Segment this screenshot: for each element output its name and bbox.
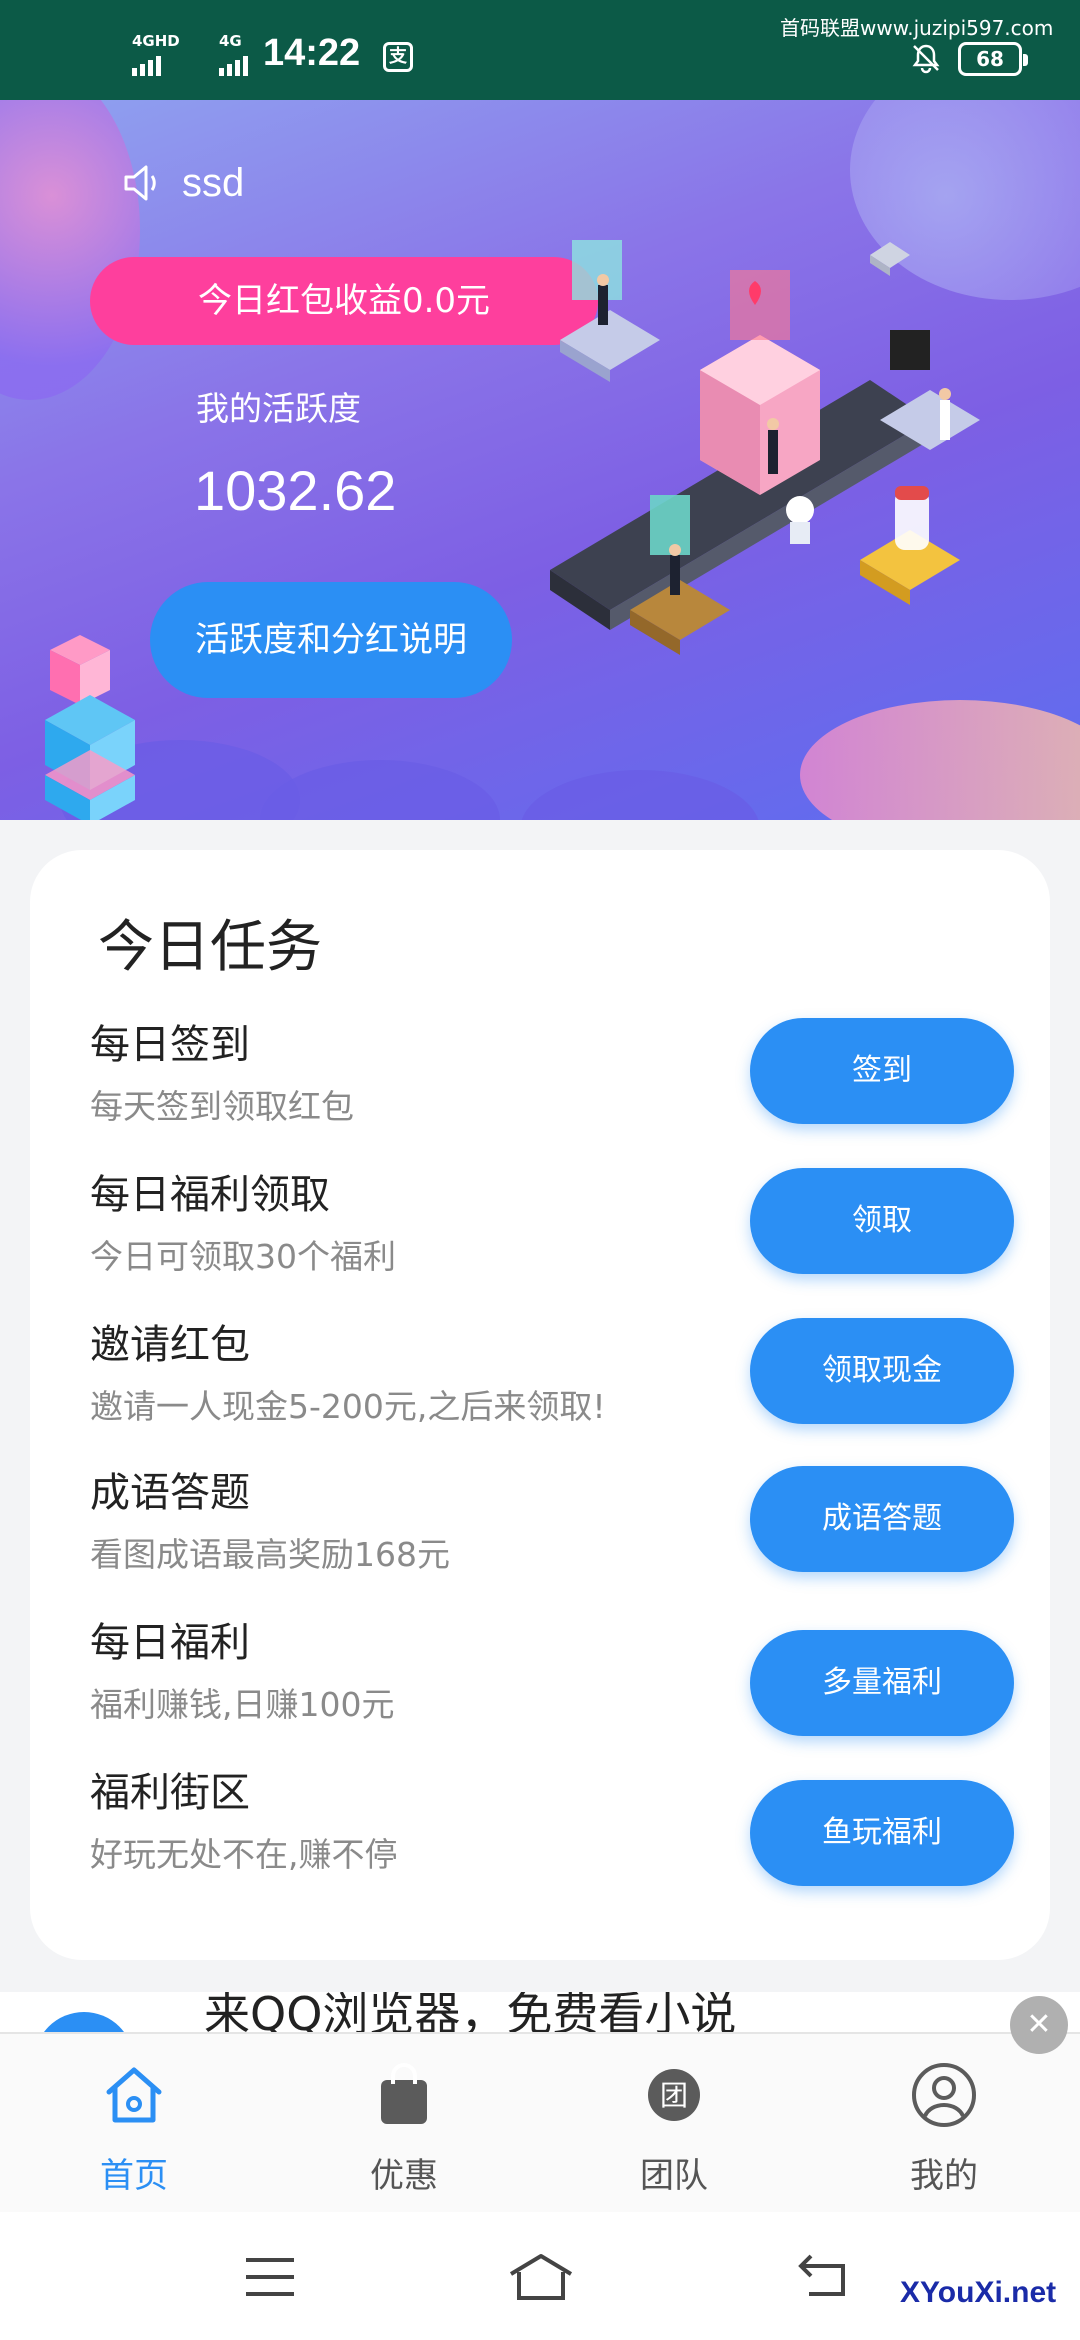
close-icon[interactable]: ✕ — [1010, 1996, 1068, 2054]
announcement-bar[interactable]: ssd — [120, 160, 244, 206]
nav-profile[interactable]: 我的 — [844, 2060, 1044, 2197]
nav-team[interactable]: 团 团队 — [574, 2060, 774, 2197]
today-red-packet-earnings[interactable]: 今日红包收益0.0元 — [90, 257, 598, 345]
hero-banner: ssd 今日红包收益0.0元 我的活跃度 1032.62 活跃度和分红说明 — [0, 100, 1080, 820]
task-row: 每日福利 福利赚钱,日赚100元 多量福利 — [30, 1610, 1050, 1760]
task-description: 每天签到领取红包 — [90, 1087, 354, 1126]
app-screen: 4GHD 4G 14:22 支 首码联盟www.juzipi597.com 68 — [0, 0, 1080, 2340]
ad-text: 来QQ浏览器，免费看小说 — [204, 1992, 737, 2032]
menu-icon[interactable] — [240, 2250, 300, 2304]
signal-indicators: 4GHD 4G — [132, 32, 248, 76]
ad-banner[interactable]: 来QQ浏览器，免费看小说 — [0, 1992, 1080, 2032]
task-name: 每日福利 — [90, 1620, 250, 1666]
battery-icon: 68 — [958, 42, 1028, 76]
network-type-label: 4G — [219, 32, 242, 50]
network-type-label: 4GHD — [132, 32, 180, 50]
bottom-navigation: 首页 优惠 团 团队 我的 — [0, 2032, 1080, 2212]
nav-label: 团队 — [640, 2156, 708, 2196]
mute-bell-icon — [912, 44, 940, 74]
task-row: 每日福利领取 今日可领取30个福利 领取 — [30, 1162, 1050, 1312]
task-description: 好玩无处不在,赚不停 — [90, 1835, 398, 1874]
more-welfare-button[interactable]: 多量福利 — [750, 1630, 1014, 1736]
announcement-text: ssd — [182, 160, 245, 205]
decorative-wave — [520, 770, 760, 820]
profile-icon — [912, 2063, 976, 2127]
task-name: 福利街区 — [90, 1770, 250, 1816]
activity-value: 1032.62 — [194, 459, 397, 522]
task-row: 每日签到 每天签到领取红包 签到 — [30, 1012, 1050, 1162]
task-row: 成语答题 看图成语最高奖励168元 成语答题 — [30, 1460, 1050, 1610]
claim-button[interactable]: 领取 — [750, 1168, 1014, 1274]
task-name: 每日签到 — [90, 1022, 250, 1068]
task-row: 邀请红包 邀请一人现金5-200元,之后来领取! 领取现金 — [30, 1312, 1050, 1462]
task-description: 看图成语最高奖励168元 — [90, 1535, 450, 1574]
nav-label: 优惠 — [370, 2156, 438, 2196]
nav-home[interactable]: 首页 — [34, 2060, 234, 2197]
home-button-icon[interactable] — [505, 2250, 577, 2304]
task-name: 成语答题 — [90, 1470, 250, 1516]
sign-in-button[interactable]: 签到 — [750, 1018, 1014, 1124]
task-row: 福利街区 好玩无处不在,赚不停 鱼玩福利 — [30, 1760, 1050, 1910]
card-title: 今日任务 — [98, 915, 322, 980]
clock: 14:22 — [263, 32, 361, 74]
nav-label: 我的 — [910, 2156, 978, 2196]
back-icon[interactable] — [795, 2250, 855, 2304]
team-glyph: 团 — [660, 2079, 688, 2112]
activity-label: 我的活跃度 — [196, 389, 361, 428]
nav-deals[interactable]: 优惠 — [304, 2060, 504, 2197]
site-watermark-logo: XYouXi.net — [900, 2276, 1057, 2309]
ad-logo-icon — [34, 2012, 134, 2032]
task-description: 今日可领取30个福利 — [90, 1237, 396, 1276]
daily-tasks-card: 今日任务 每日签到 每天签到领取红包 签到 每日福利领取 今日可领取30个福利 … — [30, 850, 1050, 1960]
decorative-blob — [0, 100, 140, 400]
status-bar: 4GHD 4G 14:22 支 首码联盟www.juzipi597.com 68 — [0, 0, 1080, 100]
watermark-text: 首码联盟www.juzipi597.com — [780, 16, 1054, 40]
fish-play-welfare-button[interactable]: 鱼玩福利 — [750, 1780, 1014, 1886]
decorative-cube — [45, 635, 135, 820]
decorative-wave — [260, 760, 500, 820]
task-description: 邀请一人现金5-200元,之后来领取! — [90, 1387, 606, 1426]
signal-icon: 4G — [219, 32, 248, 76]
isometric-illustration — [550, 240, 980, 655]
signal-icon: 4GHD — [132, 32, 180, 76]
home-icon — [106, 2067, 162, 2123]
idiom-quiz-button[interactable]: 成语答题 — [750, 1466, 1014, 1572]
task-name: 每日福利领取 — [90, 1172, 330, 1218]
speaker-icon — [124, 165, 156, 201]
task-description: 福利赚钱,日赚100元 — [90, 1685, 395, 1724]
activity-explanation-button[interactable]: 活跃度和分红说明 — [150, 582, 512, 698]
alipay-icon: 支 — [383, 42, 413, 72]
claim-cash-button[interactable]: 领取现金 — [750, 1318, 1014, 1424]
team-icon: 团 — [648, 2069, 700, 2121]
shopping-bag-icon — [381, 2063, 427, 2124]
task-name: 邀请红包 — [90, 1322, 250, 1368]
nav-label: 首页 — [100, 2156, 168, 2196]
